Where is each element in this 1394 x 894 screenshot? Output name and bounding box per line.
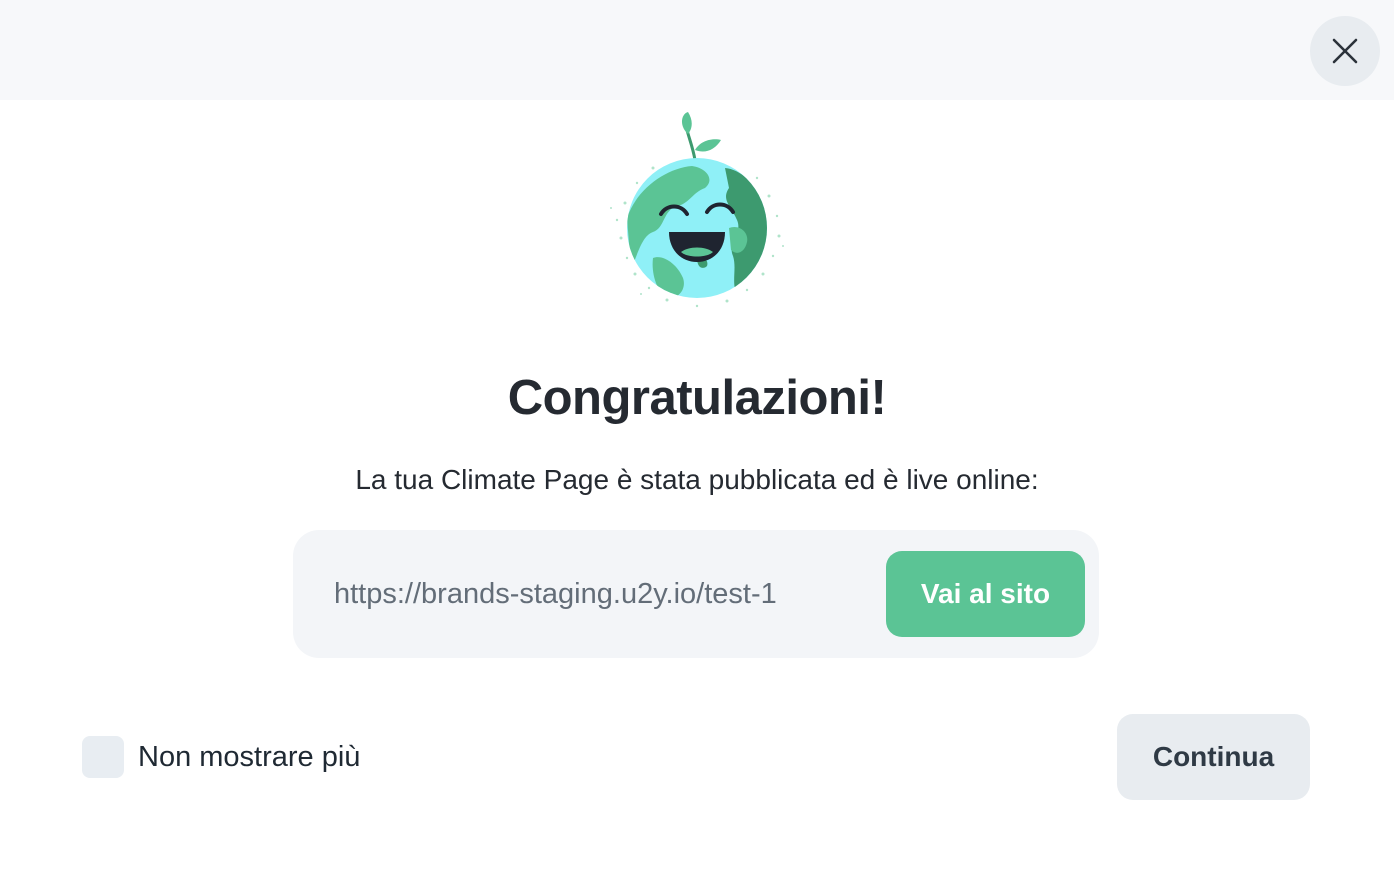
- close-icon: [1332, 38, 1358, 64]
- publish-message: La tua Climate Page è stata pubblicata e…: [355, 464, 1039, 495]
- close-button[interactable]: [1310, 16, 1380, 86]
- page-title: Congratulazioni!: [507, 371, 887, 425]
- publish-success-modal: Congratulazioni! La tua Climate Page è s…: [0, 0, 1394, 894]
- smiling-earth-illustration: [610, 112, 784, 308]
- dont-show-again-label: Non mostrare più: [138, 741, 361, 773]
- published-url[interactable]: https://brands-staging.u2y.io/test-1: [334, 576, 777, 612]
- continue-button[interactable]: Continua: [1117, 714, 1310, 800]
- dont-show-again-checkbox[interactable]: [82, 736, 124, 778]
- modal-header: [0, 0, 1394, 100]
- published-url-box: https://brands-staging.u2y.io/test-1 Vai…: [293, 530, 1099, 658]
- visit-site-button[interactable]: Vai al sito: [886, 551, 1085, 637]
- dont-show-again-option[interactable]: Non mostrare più: [82, 736, 360, 778]
